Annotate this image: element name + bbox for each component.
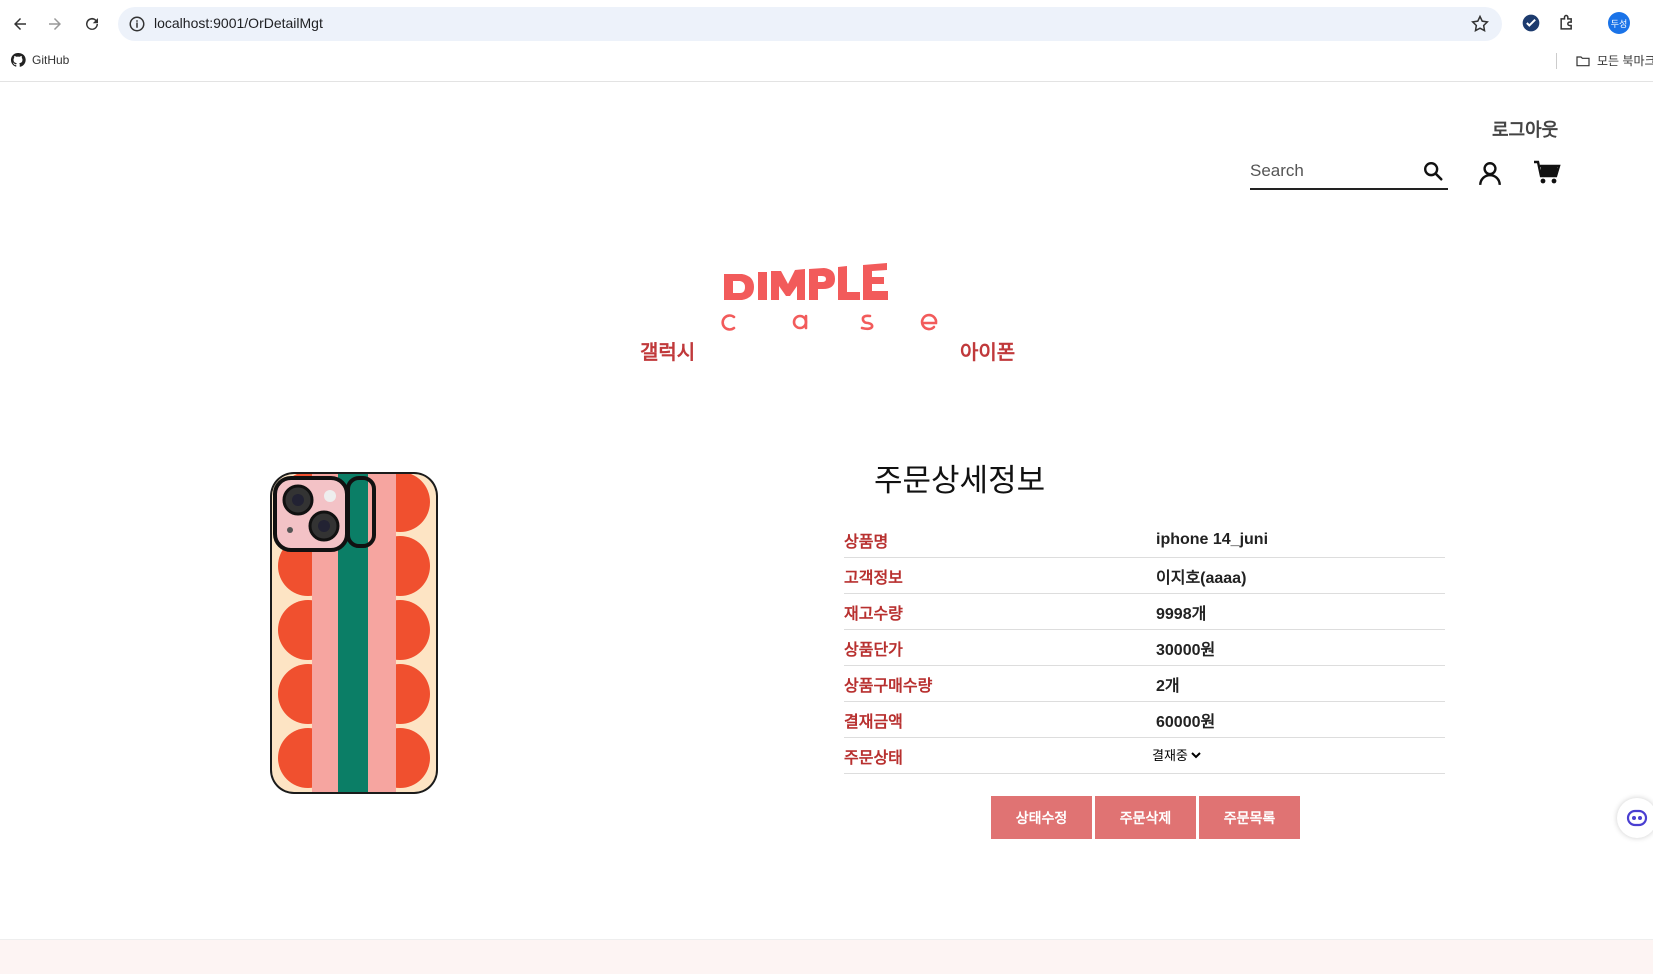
unit-price-value: 30000원 [1156,629,1445,666]
bookmark-star-icon[interactable] [1470,14,1490,34]
all-bookmarks[interactable]: 모든 북마크 [1575,52,1653,69]
row-label: 재고수량 [844,593,1156,630]
url-text: localhost:9001/OrDetailMgt [154,15,323,31]
back-icon[interactable] [8,12,32,36]
product-name-value: iphone 14_juni [1156,522,1445,558]
address-bar[interactable]: localhost:9001/OrDetailMgt [118,7,1502,41]
table-row: 상품명 iphone 14_juni [844,522,1445,558]
chat-bot-icon [1626,809,1648,827]
action-buttons: 상태수정 주문삭제 주문목록 [991,796,1300,839]
table-row: 상품구매수량 2개 [844,665,1445,702]
table-row: 재고수량 9998개 [844,593,1445,630]
purchase-quantity-value: 2개 [1156,665,1445,702]
bookmarks-divider [1556,53,1557,69]
order-status-cell: 결재중 [1148,737,1445,774]
logout-link[interactable]: 로그아웃 [1492,116,1558,142]
site-info-icon[interactable] [128,15,146,33]
extension-check-icon[interactable] [1520,12,1542,34]
delete-order-button[interactable]: 주문삭제 [1095,796,1196,839]
row-label: 상품구매수량 [844,665,1156,702]
order-list-button[interactable]: 주문목록 [1199,796,1300,839]
forward-icon[interactable] [43,12,67,36]
bookmarks-bar: GitHub 모든 북마크 [0,48,1653,74]
bookmark-github[interactable]: GitHub [10,52,69,68]
payment-amount-value: 60000원 [1156,701,1445,738]
table-row: 상품단가 30000원 [844,629,1445,666]
all-bookmarks-label: 모든 북마크 [1597,54,1653,68]
customer-info-value: 이지호(aaaa) [1156,557,1445,594]
page-title: 주문상세정보 [874,463,1046,498]
footer [0,939,1653,974]
edit-status-button[interactable]: 상태수정 [991,796,1092,839]
cart-icon[interactable] [1533,160,1561,186]
page-content: 로그아웃 갤럭시 아이폰 [0,82,1653,974]
github-icon [10,52,26,67]
search-box [1250,158,1448,190]
row-label: 결재금액 [844,701,1156,738]
nav-item-iphone[interactable]: 아이폰 [960,336,1015,365]
search-icon[interactable] [1422,160,1444,182]
search-input[interactable] [1250,158,1410,184]
browser-chrome: localhost:9001/OrDetailMgt 두성 GitHub 모든 … [0,0,1653,82]
product-image [270,472,438,794]
dimple-case-logo[interactable] [720,192,940,352]
order-status-select[interactable]: 결재중 [1148,746,1204,764]
order-detail-table: 상품명 iphone 14_juni 고객정보 이지호(aaaa) 재고수량 9… [844,522,1445,774]
stock-quantity-value: 9998개 [1156,593,1445,630]
row-label: 상품단가 [844,629,1156,666]
nav-item-galaxy[interactable]: 갤럭시 [640,336,695,365]
folder-icon [1576,55,1590,66]
extensions-puzzle-icon[interactable] [1556,12,1578,34]
bookmark-label: GitHub [32,53,70,67]
chat-widget-button[interactable] [1617,798,1653,838]
row-label: 상품명 [844,522,1156,558]
reload-icon[interactable] [80,12,104,36]
user-icon[interactable] [1477,160,1503,186]
table-row: 주문상태 결재중 [844,737,1445,774]
profile-avatar[interactable]: 두성 [1608,12,1630,34]
table-row: 결재금액 60000원 [844,701,1445,738]
row-label: 주문상태 [844,737,1156,774]
row-label: 고객정보 [844,557,1156,594]
table-row: 고객정보 이지호(aaaa) [844,557,1445,594]
